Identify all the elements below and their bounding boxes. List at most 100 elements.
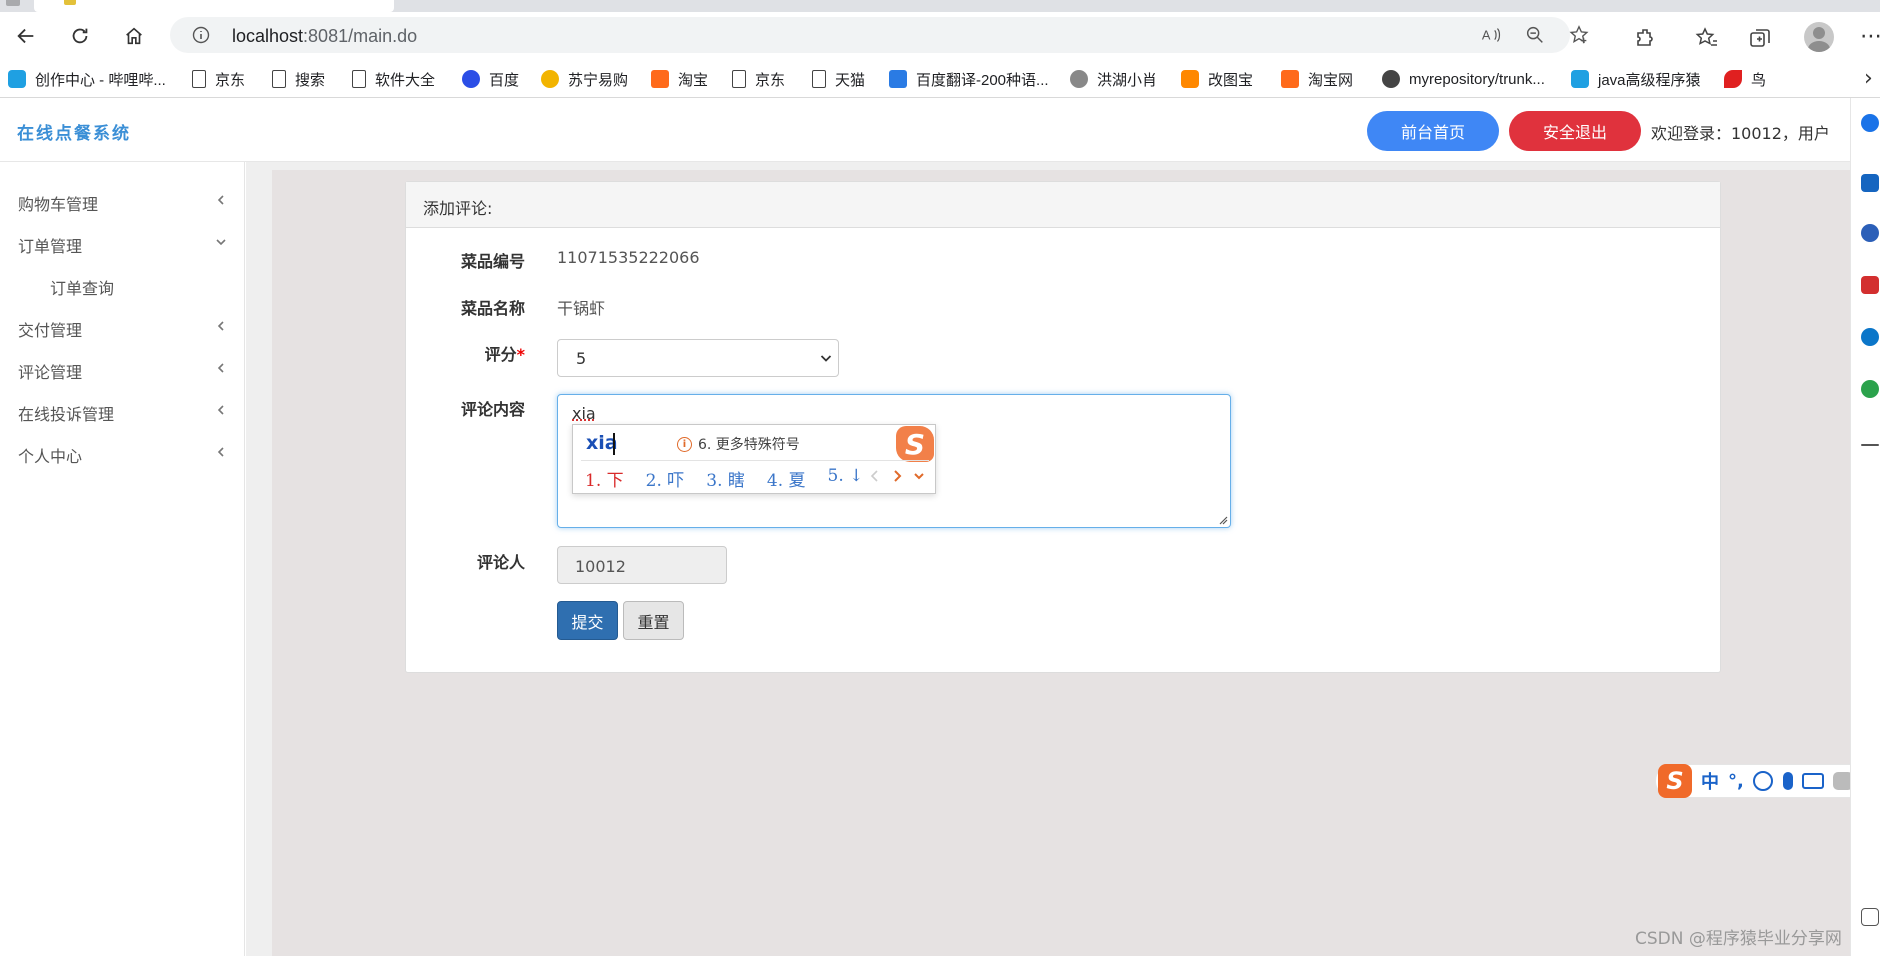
comment-text: xia xyxy=(572,404,596,423)
microphone-icon[interactable] xyxy=(1783,772,1793,790)
sogou-logo-icon: S xyxy=(896,426,934,462)
hongwu-icon xyxy=(1070,70,1088,88)
chevron-left-icon xyxy=(216,404,226,416)
shopping-icon[interactable] xyxy=(1861,174,1879,192)
bookmark-item[interactable]: 苏宁易购 xyxy=(541,68,628,90)
bookmark-item[interactable]: myrepository/trunk... xyxy=(1382,68,1545,90)
bookmark-item[interactable]: 软件大全 xyxy=(352,68,435,90)
info-icon: i xyxy=(677,437,692,452)
bilibili-icon xyxy=(8,70,26,88)
bookmark-item[interactable]: 淘宝网 xyxy=(1281,68,1353,90)
ime-next-icon[interactable] xyxy=(891,468,903,484)
panel-header: 添加评论: xyxy=(406,182,1720,228)
sidebar-item-cart[interactable]: 购物车管理 xyxy=(0,180,245,222)
sidebar-item-delivery[interactable]: 交付管理 xyxy=(0,306,245,348)
required-mark: * xyxy=(517,345,525,364)
sidebar-settings-icon[interactable] xyxy=(1861,908,1879,926)
extensions-icon[interactable] xyxy=(1634,26,1658,50)
welcome-text: 欢迎登录：10012，用户 xyxy=(1651,120,1830,144)
app-brand[interactable]: 在线点餐系统 xyxy=(17,119,131,144)
emoji-icon[interactable] xyxy=(1753,771,1773,791)
office-icon[interactable] xyxy=(1861,276,1879,294)
drop-icon[interactable] xyxy=(1861,380,1879,398)
ime-hint[interactable]: i 6. 更多特殊符号 xyxy=(677,434,800,454)
ime-candidate[interactable]: 1. 下 xyxy=(585,466,624,491)
tab-active[interactable] xyxy=(34,0,394,12)
chevron-left-icon xyxy=(216,194,226,206)
tab-strip xyxy=(0,0,1880,12)
collections-icon[interactable] xyxy=(1748,26,1772,50)
reviewer-label: 评论人 xyxy=(405,549,525,573)
sogou-logo-icon[interactable]: S xyxy=(1658,764,1692,798)
ime-expand-icon[interactable] xyxy=(913,468,925,484)
sidebar-item-comments[interactable]: 评论管理 xyxy=(0,348,245,390)
bookmark-item[interactable]: 搜索 xyxy=(272,68,325,90)
ime-candidate[interactable]: 5. ↓ xyxy=(828,466,864,491)
outlook-icon[interactable] xyxy=(1861,328,1879,346)
bookmark-item[interactable]: 天猫 xyxy=(812,68,865,90)
bookmark-item[interactable]: 京东 xyxy=(192,68,245,90)
ime-candidate-popup: xia i 6. 更多特殊符号 S 1. 下 2. 吓 3. 瞎 4. 夏 5. … xyxy=(572,424,936,494)
ime-candidate[interactable]: 2. 吓 xyxy=(646,466,685,491)
back-icon[interactable] xyxy=(10,20,42,52)
bookmark-item[interactable]: 鸟 xyxy=(1724,68,1766,90)
people-icon[interactable] xyxy=(1861,224,1879,242)
app-header: 在线点餐系统 前台首页 安全退出 欢迎登录：10012，用户 xyxy=(0,98,1850,162)
page-icon xyxy=(352,70,366,88)
sidebar-item-profile[interactable]: 个人中心 xyxy=(0,432,245,474)
taobao-icon xyxy=(651,70,669,88)
site-info-icon[interactable] xyxy=(192,26,210,44)
sidebar-item-complaints[interactable]: 在线投诉管理 xyxy=(0,390,245,432)
sidebar-subitem-order-query[interactable]: 订单查询 xyxy=(0,264,245,306)
chevron-left-icon xyxy=(216,446,226,458)
ime-prev-icon[interactable] xyxy=(869,468,881,484)
bookmark-item[interactable]: 洪湖小肖 xyxy=(1070,68,1157,90)
ime-nav xyxy=(869,468,935,484)
submit-button[interactable]: 提交 xyxy=(557,601,618,640)
taobao-icon xyxy=(1281,70,1299,88)
more-menu-icon[interactable]: ⋯ xyxy=(1860,24,1880,49)
bookmark-item[interactable]: 创作中心 - 哔哩哔... xyxy=(8,68,166,90)
ime-punct-toggle[interactable]: °, xyxy=(1728,771,1744,792)
sogou-toolbar: S 中 °, xyxy=(1655,764,1880,798)
read-aloud-icon[interactable]: A xyxy=(1480,24,1502,46)
reset-button[interactable]: 重置 xyxy=(623,601,684,640)
keyboard-icon[interactable] xyxy=(1802,773,1824,789)
tab-prev-icon[interactable] xyxy=(6,0,20,6)
suning-icon xyxy=(541,70,559,88)
reviewer-value: 10012 xyxy=(575,557,626,576)
sidebar-item-orders[interactable]: 订单管理 xyxy=(0,222,245,264)
rating-select[interactable]: 5 xyxy=(557,339,839,377)
url-text[interactable]: localhost:8081/main.do xyxy=(232,26,417,47)
resize-handle-icon[interactable] xyxy=(1218,515,1228,525)
bookmark-item[interactable]: 百度 xyxy=(462,68,519,90)
bookmark-item[interactable]: 京东 xyxy=(732,68,785,90)
page-icon xyxy=(732,70,746,88)
favorite-star-icon[interactable] xyxy=(1568,24,1590,46)
content-label: 评论内容 xyxy=(405,396,525,420)
bookmark-item[interactable]: 百度翻译-200种语... xyxy=(889,68,1049,90)
ime-lang-toggle[interactable]: 中 xyxy=(1701,768,1719,794)
reload-icon[interactable] xyxy=(64,20,96,52)
sidebar-item-label: 订单管理 xyxy=(18,233,82,257)
search-icon[interactable] xyxy=(1861,114,1879,132)
ime-candidate[interactable]: 4. 夏 xyxy=(767,466,806,491)
profile-avatar[interactable] xyxy=(1804,22,1834,52)
logout-button[interactable]: 安全退出 xyxy=(1509,111,1641,151)
favorites-icon[interactable] xyxy=(1695,26,1719,50)
dish-id-value: 11071535222066 xyxy=(557,248,700,267)
bookmark-item[interactable]: 淘宝 xyxy=(651,68,708,90)
baidu-icon xyxy=(462,70,480,88)
rating-selected-value: 5 xyxy=(576,349,586,368)
bookmark-item[interactable]: java高级程序猿 xyxy=(1571,68,1701,90)
add-icon[interactable] xyxy=(1861,444,1879,446)
ime-candidate[interactable]: 3. 瞎 xyxy=(706,466,745,491)
bookmarks-overflow-icon[interactable]: › xyxy=(1864,66,1873,91)
home-icon[interactable] xyxy=(118,20,150,52)
zoom-out-icon[interactable] xyxy=(1524,24,1546,46)
bookmark-item[interactable]: 改图宝 xyxy=(1181,68,1253,90)
ime-candidates: 1. 下 2. 吓 3. 瞎 4. 夏 5. ↓ xyxy=(585,466,885,491)
front-home-button[interactable]: 前台首页 xyxy=(1367,111,1499,151)
bird-icon xyxy=(1724,70,1742,88)
address-bar[interactable]: localhost:8081/main.do A xyxy=(170,17,1570,53)
